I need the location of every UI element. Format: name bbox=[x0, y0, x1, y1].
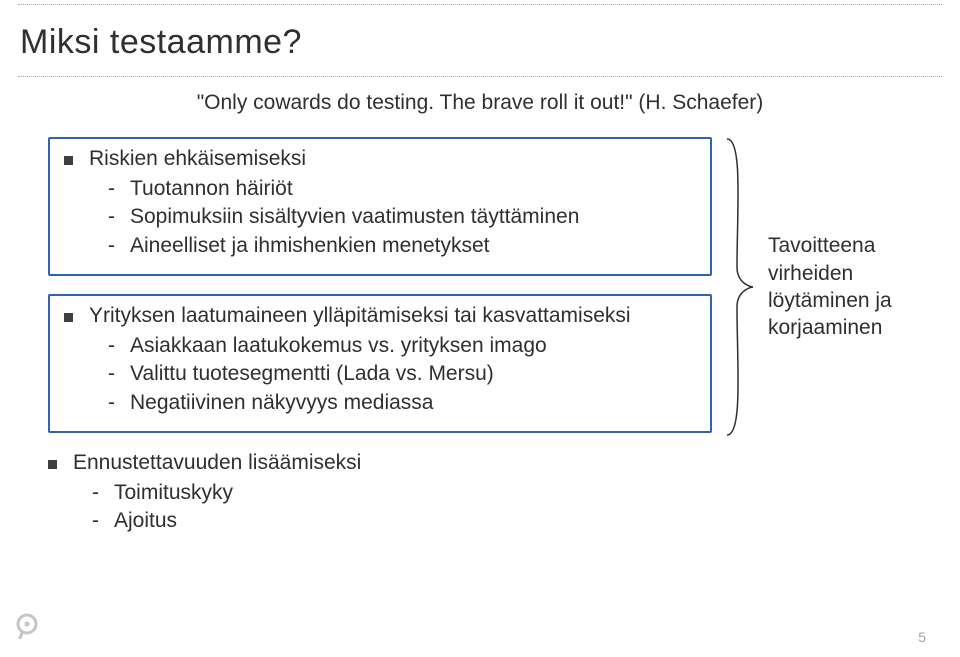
list-item: Ajoitus bbox=[92, 507, 942, 535]
list-item: Tuotannon häiriöt bbox=[108, 175, 696, 203]
page-number: 5 bbox=[918, 629, 926, 645]
box-risks: Riskien ehkäisemiseksi Tuotannon häiriöt… bbox=[48, 137, 712, 276]
logo-icon bbox=[14, 613, 40, 639]
box-heading: Yrityksen laatumaineen ylläpitämiseksi t… bbox=[64, 304, 696, 328]
footer-block: Ennustettavuuden lisäämiseksi Toimitusky… bbox=[18, 451, 942, 536]
box-quality: Yrityksen laatumaineen ylläpitämiseksi t… bbox=[48, 294, 712, 433]
box-heading-text: Riskien ehkäisemiseksi bbox=[89, 147, 306, 171]
bullet-icon bbox=[48, 460, 57, 469]
boxes-column: Riskien ehkäisemiseksi Tuotannon häiriöt… bbox=[48, 137, 712, 455]
bullet-icon bbox=[64, 156, 73, 165]
list-item: Toimituskyky bbox=[92, 479, 942, 507]
summary-column: Tavoitteena virheiden löytäminen ja korj… bbox=[768, 137, 938, 455]
summary-text: Tavoitteena virheiden löytäminen ja korj… bbox=[768, 232, 938, 341]
list-item: Aineelliset ja ihmishenkien menetykset bbox=[108, 232, 696, 260]
box-heading: Riskien ehkäisemiseksi bbox=[64, 147, 696, 171]
list-item: Sopimuksiin sisältyvien vaatimusten täyt… bbox=[108, 203, 696, 231]
list-item: Asiakkaan laatukokemus vs. yrityksen ima… bbox=[108, 332, 696, 360]
list-item: Negatiivinen näkyvyys mediassa bbox=[108, 389, 696, 417]
list-item: Valittu tuotesegmentti (Lada vs. Mersu) bbox=[108, 360, 696, 388]
footer-heading-text: Ennustettavuuden lisäämiseksi bbox=[73, 451, 361, 475]
bullet-icon bbox=[64, 313, 73, 322]
box-heading-text: Yrityksen laatumaineen ylläpitämiseksi t… bbox=[89, 304, 631, 328]
box-list: Asiakkaan laatukokemus vs. yrityksen ima… bbox=[64, 332, 696, 417]
content-row: Riskien ehkäisemiseksi Tuotannon häiriöt… bbox=[18, 137, 942, 455]
footer-list: Toimituskyky Ajoitus bbox=[48, 479, 942, 536]
brace-icon bbox=[725, 137, 755, 437]
brace-column bbox=[722, 137, 758, 455]
box-list: Tuotannon häiriöt Sopimuksiin sisältyvie… bbox=[64, 175, 696, 260]
page-title: Miksi testaamme? bbox=[18, 5, 942, 76]
quote-text: "Only cowards do testing. The brave roll… bbox=[18, 77, 942, 137]
